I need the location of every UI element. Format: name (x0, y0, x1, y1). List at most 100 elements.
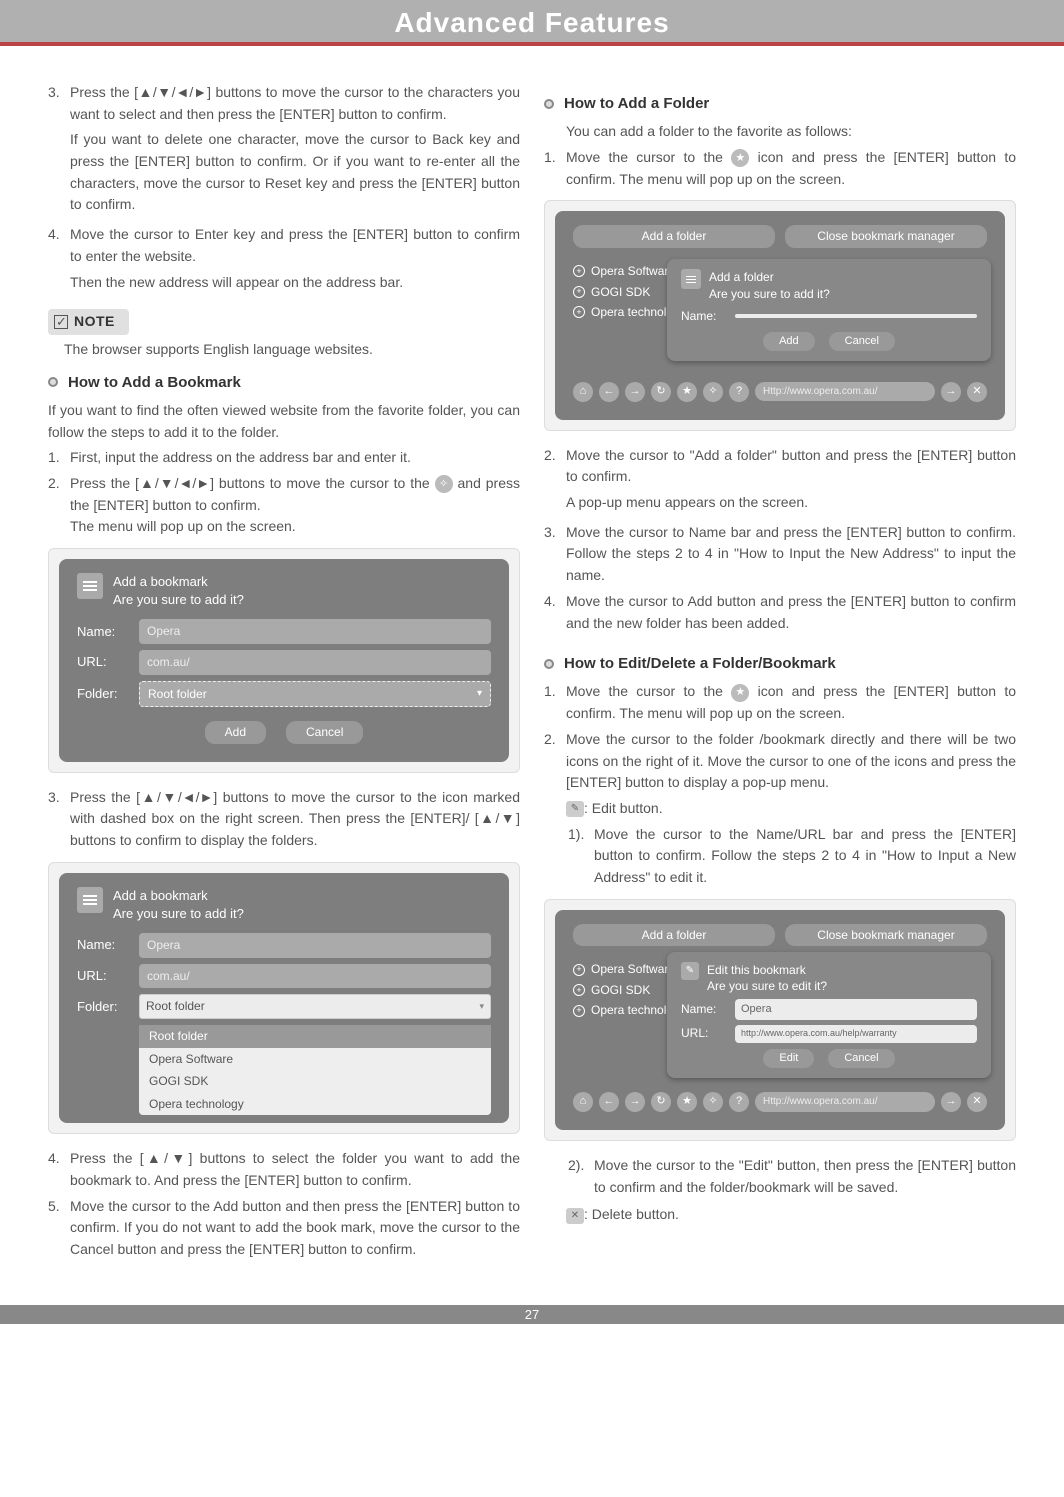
add-folder-tab[interactable]: Add a folder (573, 924, 775, 947)
step-text: Move the cursor to the folder /bookmark … (566, 729, 1016, 794)
step-text: First, input the address on the address … (70, 447, 520, 469)
name-label: Name: (681, 1000, 725, 1019)
back-icon[interactable]: ← (599, 382, 619, 402)
dialog-subtitle: Are you sure to add it? (113, 905, 244, 923)
bullet-icon (48, 377, 58, 387)
folder-select[interactable]: Root folder (139, 681, 491, 708)
go-icon[interactable]: → (941, 1092, 961, 1112)
name-input[interactable]: Opera (735, 999, 977, 1020)
step-text: The menu will pop up on the screen. (70, 516, 520, 538)
url-input[interactable]: com.au/ (139, 650, 491, 675)
step-text: If you want to delete one character, mov… (70, 129, 520, 216)
url-bar[interactable]: Http://www.opera.com.au/ (755, 382, 935, 402)
dropdown-option[interactable]: Root folder (139, 1025, 491, 1048)
popup-subtitle: Are you sure to edit it? (707, 978, 827, 995)
add-bookmark-dialog-expanded: Add a bookmark Are you sure to add it? N… (48, 862, 520, 1135)
reload-icon[interactable]: ↻ (651, 1092, 671, 1112)
popup-title: Add a folder (709, 269, 830, 286)
go-icon[interactable]: → (941, 382, 961, 402)
icon-caption: : Edit button. (584, 800, 663, 816)
expand-icon[interactable]: + (573, 984, 585, 996)
expand-icon[interactable]: + (573, 1005, 585, 1017)
forward-icon[interactable]: → (625, 1092, 645, 1112)
step-number: 1. (544, 147, 560, 190)
subheading: How to Add a Folder (564, 92, 709, 115)
step-text: Move the cursor to Add button and press … (566, 591, 1016, 634)
dropdown-option[interactable]: Opera Software (139, 1048, 491, 1071)
close-manager-tab[interactable]: Close bookmark manager (785, 924, 987, 947)
close-icon[interactable]: ✕ (967, 1092, 987, 1112)
url-input[interactable]: http://www.opera.com.au/help/warranty (735, 1025, 977, 1043)
star-icon[interactable]: ★ (677, 382, 697, 402)
cancel-button[interactable]: Cancel (829, 332, 895, 351)
add-folder-popup: Add a folder Are you sure to add it? Nam… (667, 259, 991, 360)
add-folder-tab[interactable]: Add a folder (573, 225, 775, 248)
add-bookmark-icon: ✧ (435, 475, 453, 493)
bullet-icon (544, 659, 554, 669)
page-title: Advanced Features (0, 0, 1064, 46)
dialog-icon (77, 573, 103, 599)
step-text: Press the [▲/▼/◄/►] buttons to move the … (70, 82, 520, 125)
substep-text: Move the cursor to the "Edit" button, th… (594, 1155, 1016, 1198)
folder-dropdown[interactable]: Root folder Opera Software GOGI SDK Oper… (139, 1025, 491, 1115)
name-input[interactable] (735, 314, 977, 318)
expand-icon[interactable]: + (573, 306, 585, 318)
home-icon[interactable]: ⌂ (573, 1092, 593, 1112)
home-icon[interactable]: ⌂ (573, 382, 593, 402)
page-number: 27 (0, 1305, 1064, 1324)
subheading: How to Edit/Delete a Folder/Bookmark (564, 652, 836, 675)
help-icon[interactable]: ? (729, 382, 749, 402)
step-text: Move the cursor to the Add button and th… (70, 1196, 520, 1261)
step-number: 1. (48, 447, 64, 469)
note-text: The browser supports English language we… (48, 339, 520, 361)
edit-button[interactable]: Edit (763, 1049, 814, 1068)
add-bookmark-icon[interactable]: ✧ (703, 382, 723, 402)
close-icon[interactable]: ✕ (967, 382, 987, 402)
header-band: Advanced Features (0, 0, 1064, 46)
expand-icon[interactable]: + (573, 265, 585, 277)
name-label: Name: (681, 307, 725, 326)
dialog-icon (681, 269, 701, 289)
header-accent (0, 42, 1064, 46)
expand-icon[interactable]: + (573, 286, 585, 298)
step-number: 3. (544, 522, 560, 587)
check-icon (54, 315, 68, 329)
step-number: 4. (544, 591, 560, 634)
back-icon[interactable]: ← (599, 1092, 619, 1112)
url-input[interactable]: com.au/ (139, 964, 491, 989)
step-number: 2. (48, 473, 64, 538)
step-number: 4. (48, 224, 64, 297)
add-bookmark-icon[interactable]: ✧ (703, 1092, 723, 1112)
help-icon[interactable]: ? (729, 1092, 749, 1112)
step-number: 2. (544, 729, 560, 794)
url-label: URL: (77, 652, 129, 672)
subheading: How to Add a Bookmark (68, 371, 241, 394)
dialog-title: Add a bookmark (113, 887, 244, 905)
popup-subtitle: Are you sure to add it? (709, 286, 830, 303)
folder-select[interactable]: Root folder (139, 994, 491, 1019)
dialog-icon (77, 887, 103, 913)
forward-icon[interactable]: → (625, 382, 645, 402)
cancel-button[interactable]: Cancel (828, 1049, 894, 1068)
cancel-button[interactable]: Cancel (286, 721, 363, 744)
add-folder-dialog: Add a folder Close bookmark manager +Ope… (544, 200, 1016, 430)
dropdown-option[interactable]: GOGI SDK (139, 1070, 491, 1093)
name-input[interactable]: Opera (139, 619, 491, 644)
star-icon[interactable]: ★ (677, 1092, 697, 1112)
substep-text: Move the cursor to the Name/URL bar and … (594, 824, 1016, 889)
name-label: Name: (77, 622, 129, 642)
add-button[interactable]: Add (205, 721, 266, 744)
expand-icon[interactable]: + (573, 964, 585, 976)
star-icon: ★ (731, 149, 749, 167)
step-text: A pop-up menu appears on the screen. (566, 492, 1016, 514)
add-button[interactable]: Add (763, 332, 815, 351)
note-pill: NOTE (48, 309, 129, 335)
reload-icon[interactable]: ↻ (651, 382, 671, 402)
step-text: Press the [▲/▼/◄/►] buttons to move the … (70, 787, 520, 852)
intro-text: If you want to find the often viewed web… (48, 400, 520, 443)
url-bar[interactable]: Http://www.opera.com.au/ (755, 1092, 935, 1112)
dropdown-option[interactable]: Opera technology (139, 1093, 491, 1116)
edit-icon: ✎ (681, 962, 699, 980)
close-manager-tab[interactable]: Close bookmark manager (785, 225, 987, 248)
name-input[interactable]: Opera (139, 933, 491, 958)
